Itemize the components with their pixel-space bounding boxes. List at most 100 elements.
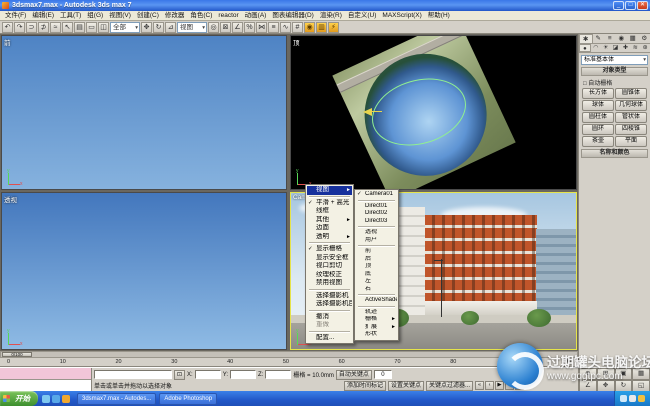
unlink-selection-icon[interactable]: ⊅ xyxy=(38,22,49,33)
submenu-item[interactable]: ✓扩展► xyxy=(356,324,397,332)
context-menu-item[interactable]: ✓透明► xyxy=(307,233,352,242)
context-menu-item[interactable]: ✓显示安全框► xyxy=(307,254,352,263)
menu-item[interactable]: 视图(V) xyxy=(106,11,134,21)
snap-toggle-icon[interactable]: ⊠ xyxy=(220,22,231,33)
modify-tab[interactable]: ✎ xyxy=(593,34,605,43)
primitive-button[interactable]: 圆柱体 xyxy=(582,112,614,123)
redo-icon[interactable]: ↷ xyxy=(14,22,25,33)
primitive-button[interactable]: 圆锥体 xyxy=(615,88,647,99)
primitive-button[interactable]: 四棱锥 xyxy=(615,124,647,135)
y-coordinate-field[interactable] xyxy=(230,370,256,379)
select-and-link-icon[interactable]: ⊃ xyxy=(26,22,37,33)
lights-category[interactable]: ☀ xyxy=(601,44,611,52)
submenu-item[interactable]: ✓形状► xyxy=(356,331,397,339)
name-color-rollout[interactable]: 名称和颜色 xyxy=(581,149,648,158)
select-and-scale-icon[interactable]: ⊿ xyxy=(165,22,176,33)
menu-item[interactable]: 创建(C) xyxy=(134,11,162,21)
context-menu-item[interactable]: ✓其他► xyxy=(307,216,352,225)
selection-filter-dropdown[interactable]: 全部 xyxy=(110,22,140,33)
select-and-move-icon[interactable]: ✥ xyxy=(141,22,152,33)
select-object-icon[interactable]: ↖ xyxy=(62,22,73,33)
menu-item[interactable]: 图表编辑器(D) xyxy=(269,11,317,21)
minimize-button[interactable]: _ xyxy=(613,1,624,10)
current-frame-field[interactable]: 0 xyxy=(374,370,392,379)
submenu-item[interactable]: ✓ActiveShade► xyxy=(356,297,397,305)
menu-item[interactable]: MAXScript(X) xyxy=(379,11,424,21)
maximize-button[interactable]: □ xyxy=(625,1,636,10)
primitive-button[interactable]: 茶壶 xyxy=(582,136,614,147)
menu-item[interactable]: 动画(A) xyxy=(242,11,270,21)
utilities-tab[interactable]: ⚙ xyxy=(639,34,650,43)
context-menu-item[interactable]: ✓视口剪切► xyxy=(307,262,352,271)
helpers-category[interactable]: ✚ xyxy=(620,44,630,52)
tray-antivirus-icon[interactable] xyxy=(638,395,645,402)
quick-launch-media-icon[interactable] xyxy=(62,395,70,403)
curve-editor-icon[interactable]: ∿ xyxy=(280,22,291,33)
submenu-item[interactable]: ✓前► xyxy=(356,248,397,256)
quick-render-icon[interactable]: ⚡ xyxy=(328,22,339,33)
menu-item[interactable]: 自定义(U) xyxy=(345,11,380,21)
primitive-button[interactable]: 几何球体 xyxy=(615,100,647,111)
viewport-label[interactable]: 前 xyxy=(4,37,11,47)
context-menu-item[interactable]: ✓显示栅格► xyxy=(307,245,352,254)
select-and-rotate-icon[interactable]: ↻ xyxy=(153,22,164,33)
material-editor-icon[interactable]: ◉ xyxy=(304,22,315,33)
tray-ime-icon[interactable] xyxy=(629,395,636,402)
shapes-category[interactable]: ◠ xyxy=(591,44,601,52)
auto-key-button[interactable]: 自动关键点 xyxy=(336,370,372,380)
rectangular-selection-icon[interactable]: ▭ xyxy=(86,22,97,33)
primitive-button[interactable]: 长方体 xyxy=(582,88,614,99)
macro-recorder-line[interactable] xyxy=(0,368,91,380)
systems-category[interactable]: ⊛ xyxy=(640,44,650,52)
menu-item[interactable]: 角色(C) xyxy=(187,11,215,21)
time-slider[interactable]: 0/100 xyxy=(0,351,578,358)
context-menu-item[interactable]: ✓重做► xyxy=(307,321,352,330)
angle-snap-icon[interactable]: ∠ xyxy=(232,22,243,33)
context-menu-item[interactable]: ✓线框► xyxy=(307,207,352,216)
create-tab[interactable]: ✱ xyxy=(579,34,593,43)
submenu-item[interactable]: ✓Direct01► xyxy=(356,203,397,211)
glass-building-object[interactable] xyxy=(536,229,576,317)
submenu-item[interactable]: ✓栅格► xyxy=(356,316,397,324)
menu-item[interactable]: 修改器 xyxy=(162,11,188,21)
submenu-item[interactable]: ✓后► xyxy=(356,256,397,264)
previous-frame-icon[interactable]: ‹ xyxy=(485,381,494,390)
selection-lock-icon[interactable]: ⊡ xyxy=(174,370,185,380)
viewport-label[interactable]: 透视 xyxy=(4,194,17,204)
geometry-category[interactable]: ● xyxy=(579,44,591,52)
select-by-name-icon[interactable]: ▤ xyxy=(74,22,85,33)
viewport-top[interactable]: 顶 xy xyxy=(290,35,577,190)
viewport-perspective[interactable]: 透视 xy xyxy=(1,192,287,350)
motion-tab[interactable]: ◉ xyxy=(616,34,628,43)
close-button[interactable]: ✕ xyxy=(637,1,648,10)
maxscript-mini-listener[interactable] xyxy=(0,368,92,392)
menu-item[interactable]: 工具(T) xyxy=(57,11,84,21)
start-button[interactable]: 开始 xyxy=(0,391,38,406)
submenu-item[interactable]: ✓底► xyxy=(356,271,397,279)
listener-line[interactable] xyxy=(0,380,91,391)
submenu-item[interactable]: ✓顶► xyxy=(356,263,397,271)
primitive-button[interactable]: 管状体 xyxy=(615,112,647,123)
add-time-tag-button[interactable]: 添加时间标记 xyxy=(344,381,386,391)
menu-item[interactable]: 编辑(E) xyxy=(29,11,57,21)
context-menu-item[interactable]: ✓视图► xyxy=(307,186,352,195)
percent-snap-icon[interactable]: % xyxy=(244,22,255,33)
display-tab[interactable]: ▦ xyxy=(627,34,639,43)
task-3dsmax[interactable]: 3dsmax7.max - Autodes... xyxy=(77,393,156,405)
key-filters-button[interactable]: 关键点过滤器... xyxy=(426,381,473,391)
x-coordinate-field[interactable] xyxy=(195,370,221,379)
menu-item[interactable]: reactor xyxy=(215,11,241,21)
menu-item[interactable]: 帮助(H) xyxy=(425,11,453,21)
menu-item[interactable]: 组(G) xyxy=(84,11,106,21)
undo-icon[interactable]: ↶ xyxy=(2,22,13,33)
tray-volume-icon[interactable] xyxy=(620,395,627,402)
hierarchy-tab[interactable]: ≡ xyxy=(604,34,616,43)
track-bar[interactable]: 0102030405060708090100 xyxy=(0,358,578,367)
context-menu-item[interactable]: ✓撤消► xyxy=(307,313,352,322)
submenu-item[interactable]: ✓左► xyxy=(356,278,397,286)
align-icon[interactable]: ≡ xyxy=(268,22,279,33)
reference-coordinate-dropdown[interactable]: 视图 xyxy=(177,22,207,33)
transform-gizmo-arrow[interactable] xyxy=(363,108,372,116)
submenu-item[interactable]: ✓透视► xyxy=(356,229,397,237)
context-menu-item[interactable]: ✓配置...► xyxy=(307,334,352,343)
